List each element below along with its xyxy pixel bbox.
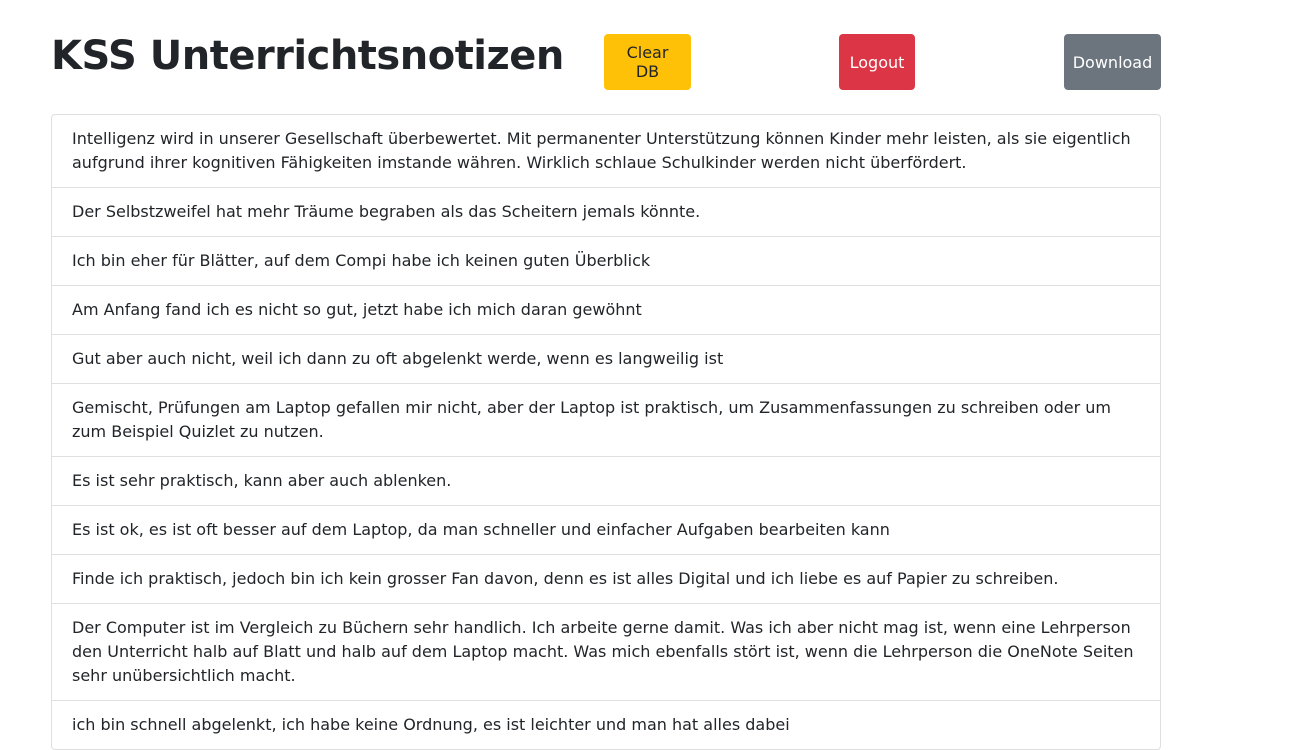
- note-list-item: Gemischt, Prüfungen am Laptop gefallen m…: [52, 384, 1160, 457]
- note-list-item: Am Anfang fand ich es nicht so gut, jetz…: [52, 286, 1160, 335]
- clear-db-button[interactable]: Clear DB: [604, 34, 691, 90]
- logout-button[interactable]: Logout: [839, 34, 915, 90]
- note-list-item: Der Selbstzweifel hat mehr Träume begrab…: [52, 188, 1160, 237]
- note-list-item: Finde ich praktisch, jedoch bin ich kein…: [52, 555, 1160, 604]
- note-list-item: Intelligenz wird in unserer Gesellschaft…: [52, 115, 1160, 188]
- page-header: KSS Unterrichtsnotizen Clear DB Logout D…: [0, 0, 1313, 110]
- note-list-item: Gut aber auch nicht, weil ich dann zu of…: [52, 335, 1160, 384]
- page-title: KSS Unterrichtsnotizen: [51, 33, 564, 79]
- note-list-item: ich bin schnell abgelenkt, ich habe kein…: [72, 715, 790, 734]
- notes-list: Intelligenz wird in unserer Gesellschaft…: [51, 114, 1161, 750]
- note-list-item: Der Computer ist im Vergleich zu Büchern…: [52, 604, 1160, 701]
- note-list-item: Es ist sehr praktisch, kann aber auch ab…: [52, 457, 1160, 506]
- note-list-item: Ich bin eher für Blätter, auf dem Compi …: [52, 237, 1160, 286]
- download-button[interactable]: Download: [1064, 34, 1161, 90]
- note-list-item: Es ist ok, es ist oft besser auf dem Lap…: [52, 506, 1160, 555]
